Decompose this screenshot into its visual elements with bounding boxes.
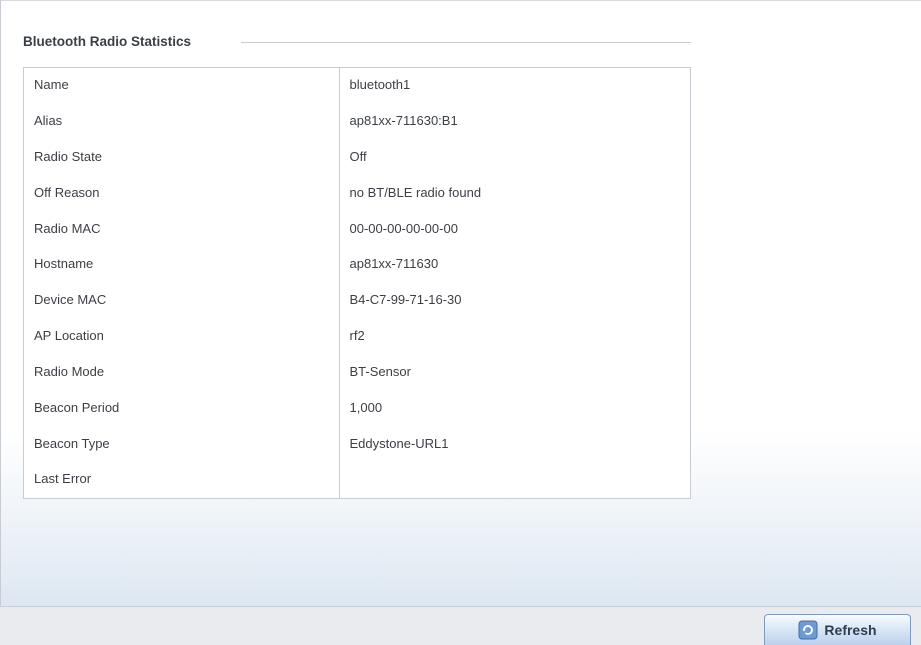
content-panel: Bluetooth Radio Statistics Name bluetoot… [0, 0, 921, 645]
row-label: Off Reason [23, 175, 340, 212]
table-row: Beacon Type Eddystone-URL1 [23, 426, 691, 463]
row-value: 00-00-00-00-00-00 [349, 220, 458, 236]
row-value: B4-C7-99-71-16-30 [349, 292, 462, 308]
table-row: Off Reason no BT/BLE radio found [23, 175, 691, 212]
row-label: Device MAC [23, 282, 340, 319]
row-label: Alias [23, 103, 340, 140]
row-value: 1,000 [349, 399, 383, 415]
section-divider [241, 42, 691, 43]
refresh-label: Refresh [824, 622, 877, 638]
table-row: Name bluetooth1 [23, 67, 691, 104]
row-value: ap81xx-711630:B1 [349, 112, 458, 128]
table-row: Alias ap81xx-711630:B1 [23, 103, 691, 140]
row-label: Beacon Period [23, 390, 340, 427]
row-value: rf2 [349, 328, 365, 344]
row-label: Hostname [23, 246, 340, 283]
bluetooth-stats-table: Name bluetooth1 Alias ap81xx-711630:B1 R… [23, 67, 691, 499]
row-label: Last Error [23, 462, 340, 499]
table-row: Radio MAC 00-00-00-00-00-00 [23, 211, 691, 247]
row-label: Radio State [23, 139, 340, 176]
table-row: Last Error [23, 462, 691, 499]
refresh-icon [798, 620, 818, 640]
table-row: AP Location rf2 [23, 318, 691, 355]
section-title: Bluetooth Radio Statistics [23, 33, 200, 51]
refresh-button[interactable]: Refresh [764, 614, 911, 645]
row-value: no BT/BLE radio found [349, 184, 482, 200]
row-value: bluetooth1 [349, 77, 411, 93]
row-value: Eddystone-URL1 [349, 435, 449, 451]
row-label: Beacon Type [23, 426, 340, 463]
row-value: BT-Sensor [349, 364, 411, 380]
row-label: Radio Mode [23, 354, 340, 391]
row-label: Name [23, 67, 340, 104]
row-value: Off [349, 148, 367, 164]
table-row: Device MAC B4-C7-99-71-16-30 [23, 282, 691, 319]
row-label: AP Location [23, 318, 340, 355]
row-value: ap81xx-711630 [349, 256, 439, 272]
row-value [339, 462, 690, 498]
table-row: Radio State Off [23, 139, 691, 176]
row-label: Radio MAC [23, 211, 340, 247]
table-row: Radio Mode BT-Sensor [23, 354, 691, 391]
table-row: Beacon Period 1,000 [23, 390, 691, 427]
table-row: Hostname ap81xx-711630 [23, 246, 691, 283]
